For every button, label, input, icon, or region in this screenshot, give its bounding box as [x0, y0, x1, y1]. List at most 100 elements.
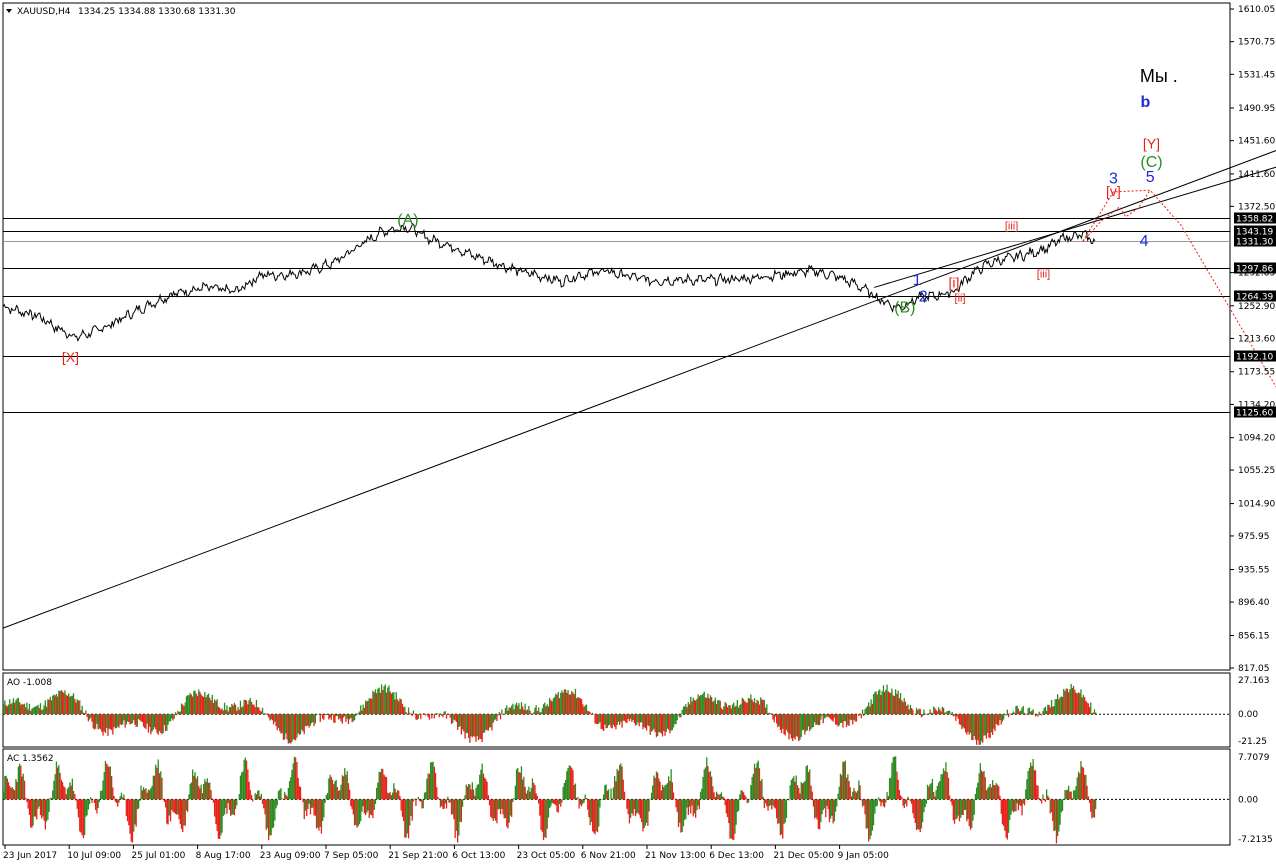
osc-bar: [707, 765, 709, 800]
osc-bar: [792, 778, 794, 800]
osc-bar: [795, 775, 797, 800]
osc-bar: [604, 714, 606, 725]
osc-bar: [405, 799, 407, 838]
osc-bar: [230, 707, 232, 715]
osc-bar: [86, 799, 88, 816]
osc-bar: [580, 699, 583, 715]
osc-bar: [767, 799, 769, 811]
osc-bar: [118, 714, 120, 728]
osc-bar: [245, 700, 248, 715]
osc-bar: [220, 709, 222, 715]
osc-bar: [86, 714, 88, 717]
osc-bar: [1088, 707, 1091, 715]
osc-bar: [389, 792, 391, 800]
price-tick-label: 1055.25: [1238, 466, 1275, 476]
osc-bar: [71, 695, 73, 715]
osc-bar: [325, 794, 327, 800]
osc-bar: [533, 782, 535, 800]
osc-bar: [82, 712, 85, 715]
osc-bar: [938, 707, 940, 715]
osc-bar: [814, 714, 816, 723]
osc-bar: [782, 799, 784, 839]
osc-bar: [1017, 799, 1019, 811]
osc-bar: [723, 797, 725, 800]
osc-bar: [690, 696, 692, 715]
osc-bar: [810, 714, 812, 730]
osc-bar: [569, 766, 572, 800]
osc-bar: [398, 701, 400, 715]
osc-bar: [274, 714, 276, 722]
channel-line[interactable]: [874, 85, 1276, 288]
osc-bar: [425, 714, 427, 716]
osc-bar: [210, 790, 212, 800]
osc-bar: [621, 714, 623, 728]
osc-bar: [1019, 711, 1021, 715]
osc-bar: [654, 714, 656, 733]
osc-bar: [255, 794, 258, 800]
osc-bar: [1074, 689, 1076, 715]
osc-bar: [280, 714, 282, 734]
osc-bar: [275, 714, 277, 727]
osc-bar: [750, 785, 752, 800]
osc-bar: [672, 714, 675, 728]
osc-bar: [373, 692, 375, 715]
osc-bar: [420, 799, 422, 802]
osc-bar: [550, 799, 552, 807]
osc-bar: [984, 714, 986, 736]
osc-bar: [147, 714, 150, 733]
osc-bar: [41, 710, 43, 715]
osc-bar: [447, 796, 449, 800]
osc-bar: [842, 761, 844, 800]
osc-bar: [918, 708, 920, 715]
osc-bar: [978, 714, 980, 745]
osc-bar: [280, 788, 282, 800]
osc-bar: [259, 796, 261, 800]
osc-bar: [553, 799, 556, 805]
osc-bar: [411, 714, 413, 717]
osc-bar: [42, 799, 44, 817]
osc-bar: [415, 714, 417, 720]
time-tick-label: 23 Aug 09:00: [260, 851, 321, 861]
osc-bar: [1085, 700, 1087, 715]
osc-bar: [445, 799, 448, 809]
osc-bar: [91, 714, 93, 722]
osc-bar: [287, 714, 289, 744]
symbol-dropdown-icon[interactable]: [6, 9, 12, 13]
osc-bar: [744, 795, 746, 800]
osc-bar: [488, 799, 491, 806]
osc-bar: [1048, 704, 1050, 715]
osc-bar: [330, 776, 332, 800]
osc-bar: [265, 713, 267, 715]
osc-bar: [209, 697, 211, 715]
osc-bar: [587, 710, 589, 715]
osc-bar: [445, 714, 448, 719]
osc-bar: [517, 705, 519, 715]
osc-bar: [524, 786, 526, 800]
osc-bar: [61, 691, 64, 715]
osc-bar: [382, 768, 384, 800]
osc-bar: [211, 694, 213, 715]
osc-bar: [135, 714, 137, 727]
osc-bar: [617, 714, 619, 722]
osc-bar: [568, 765, 570, 800]
osc-bar: [68, 693, 70, 715]
osc-bar: [747, 697, 750, 715]
osc-bar: [447, 713, 449, 715]
osc-bar: [150, 788, 152, 800]
osc-bar: [461, 799, 464, 807]
osc-bar: [1006, 799, 1008, 840]
chart-symbol: XAUUSD,H4: [17, 7, 71, 17]
osc-bar: [946, 772, 948, 800]
osc-bar: [522, 779, 524, 800]
osc-bar: [241, 772, 243, 800]
osc-bar: [417, 796, 419, 800]
channel-line[interactable]: [2, 48, 1276, 629]
osc-bar: [630, 799, 632, 818]
osc-bar: [617, 770, 619, 800]
osc-bar: [1057, 694, 1059, 715]
osc-bar: [860, 799, 862, 801]
osc-bar: [722, 796, 724, 800]
osc-bar: [969, 799, 972, 830]
osc-bar: [869, 706, 871, 715]
osc-bar: [422, 713, 424, 715]
